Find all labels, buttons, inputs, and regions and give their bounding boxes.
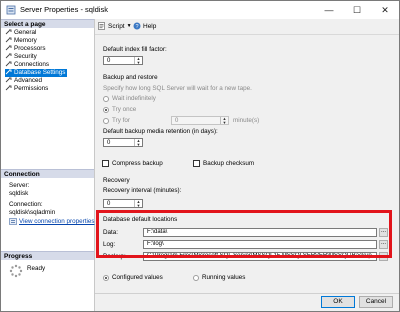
server-value: sqldisk	[9, 190, 29, 197]
connection-header: Connection	[1, 169, 94, 178]
connection-label: Connection:	[9, 201, 43, 208]
try-for-radio[interactable]	[103, 118, 109, 124]
wrench-icon	[5, 77, 12, 83]
highlight-box	[96, 210, 392, 258]
page-item-processors[interactable]: Processors	[5, 45, 48, 53]
select-page-header: Select a page	[1, 19, 94, 28]
wrench-icon	[5, 61, 12, 67]
wrench-icon	[5, 37, 12, 43]
recovery-interval-spinner[interactable]: 0 ▲ ▼	[103, 199, 143, 208]
wait-indefinitely-radio[interactable]	[103, 96, 109, 102]
backup-description: Specify how long SQL Server will wait fo…	[103, 85, 252, 92]
connection-properties-icon	[9, 218, 17, 225]
backup-checksum-label: Backup checksum	[203, 160, 255, 167]
page-item-label: Advanced	[14, 77, 43, 84]
title-bar: Server Properties - sqldisk — ☐ ✕	[1, 1, 399, 19]
running-values-radio[interactable]	[193, 275, 199, 281]
retention-value: 0	[107, 140, 111, 146]
recovery-interval-label: Recovery interval (minutes):	[103, 187, 182, 194]
progress-status: Ready	[27, 265, 46, 272]
wait-indefinitely-label: Wait indefinitely	[112, 95, 156, 102]
help-icon: ?	[133, 22, 141, 30]
retention-spinner[interactable]: 0 ▲ ▼	[103, 138, 143, 147]
page-item-permissions[interactable]: Permissions	[5, 85, 50, 93]
index-fill-label: Default index fill factor:	[103, 46, 167, 53]
configured-values-label: Configured values	[112, 274, 163, 281]
spinner-arrows-icon[interactable]: ▲ ▼	[134, 200, 142, 207]
try-once-radio[interactable]	[103, 107, 109, 113]
spinner-arrows-icon[interactable]: ▲ ▼	[220, 117, 228, 124]
right-pane: Script ▼ ? Help Default index fill facto…	[95, 19, 399, 311]
compress-backup-checkbox[interactable]	[102, 160, 109, 167]
svg-text:?: ?	[135, 24, 138, 30]
running-values-label: Running values	[202, 274, 246, 281]
connection-value: sqldisk\sqladmin	[9, 209, 56, 216]
minutes-label: minute(s)	[233, 117, 260, 124]
backup-restore-label: Backup and restore	[103, 74, 158, 81]
try-for-spinner[interactable]: 0 ▲ ▼	[171, 116, 229, 125]
spinner-arrows-icon[interactable]: ▲ ▼	[134, 139, 142, 146]
page-item-label: Processors	[14, 45, 46, 52]
index-fill-spinner[interactable]: 0 ▲ ▼	[103, 56, 143, 65]
page-item-label: General	[14, 29, 37, 36]
page-item-memory[interactable]: Memory	[5, 37, 39, 45]
wrench-icon	[5, 29, 12, 35]
try-for-value: 0	[175, 118, 179, 124]
script-icon	[98, 22, 105, 30]
wrench-icon	[5, 85, 12, 91]
ok-button[interactable]: OK	[321, 296, 355, 308]
progress-header: Progress	[1, 251, 94, 260]
page-item-database-settings[interactable]: Database Settings	[5, 69, 68, 77]
page-item-label: Permissions	[14, 85, 49, 92]
window-title: Server Properties - sqldisk	[20, 5, 108, 14]
configured-values-radio[interactable]	[103, 275, 109, 281]
page-item-label: Database Settings	[14, 69, 66, 76]
try-for-label: Try for	[112, 117, 130, 124]
minimize-button[interactable]: —	[315, 1, 343, 19]
page-item-security[interactable]: Security	[5, 53, 39, 61]
page-item-connections[interactable]: Connections	[5, 61, 51, 69]
view-connection-properties-link[interactable]: View connection properties	[19, 218, 95, 225]
index-fill-value: 0	[107, 58, 111, 64]
page-item-label: Memory	[14, 37, 37, 44]
server-properties-icon	[6, 5, 16, 15]
spinner-arrows-icon[interactable]: ▲ ▼	[134, 57, 142, 64]
try-once-label: Try once	[112, 106, 137, 113]
wrench-icon	[5, 69, 12, 75]
server-label: Server:	[9, 182, 30, 189]
chevron-down-icon: ▼	[126, 23, 132, 29]
wrench-icon	[5, 45, 12, 51]
cancel-button[interactable]: Cancel	[359, 296, 393, 308]
retention-label: Default backup media retention (in days)…	[103, 128, 218, 135]
close-button[interactable]: ✕	[371, 1, 399, 19]
maximize-button[interactable]: ☐	[343, 1, 371, 19]
left-pane: Select a page General Memory Processors …	[1, 19, 95, 311]
ready-spinner-icon	[9, 264, 23, 278]
help-button[interactable]: ? Help	[133, 22, 156, 30]
script-label: Script	[108, 22, 125, 30]
recovery-label: Recovery	[103, 177, 130, 184]
toolbar: Script ▼ ? Help	[95, 19, 399, 35]
backup-checksum-checkbox[interactable]	[193, 160, 200, 167]
page-item-label: Security	[14, 53, 37, 60]
footer-divider	[95, 293, 399, 294]
help-label: Help	[143, 22, 157, 30]
page-item-label: Connections	[14, 61, 50, 68]
wrench-icon	[5, 53, 12, 59]
page-item-advanced[interactable]: Advanced	[5, 77, 44, 85]
script-button[interactable]: Script ▼	[98, 22, 132, 30]
compress-backup-label: Compress backup	[112, 160, 163, 167]
server-properties-window: Server Properties - sqldisk — ☐ ✕ Select…	[0, 0, 400, 312]
recovery-interval-value: 0	[107, 201, 111, 207]
page-item-general[interactable]: General	[5, 29, 38, 37]
